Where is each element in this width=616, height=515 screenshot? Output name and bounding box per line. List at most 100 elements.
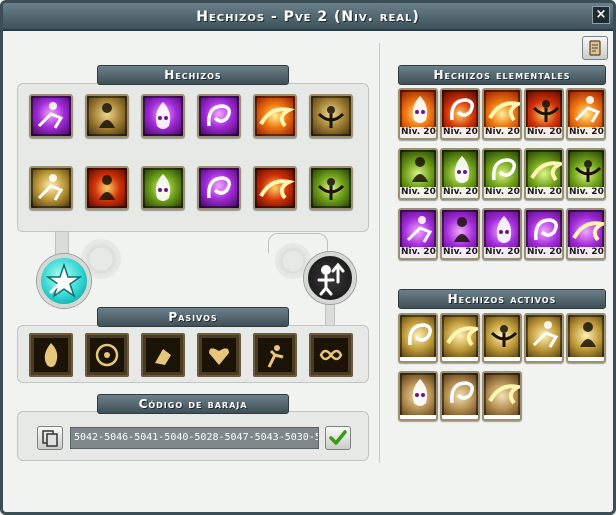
spell-level-label: Niv. 200 xyxy=(442,127,480,138)
elemental-spell-icon xyxy=(454,156,470,183)
flame-wisp-passive-icon xyxy=(44,343,58,367)
elemental-spell-slot[interactable]: Niv. 200 xyxy=(440,208,480,260)
passive-slot[interactable] xyxy=(141,333,185,377)
flame-pillar-icon xyxy=(259,179,295,200)
passive-slot[interactable] xyxy=(309,333,353,377)
scroll-button[interactable] xyxy=(582,36,608,60)
elemental-spell-slot[interactable]: Niv. 200 xyxy=(440,88,480,140)
spell-slot[interactable] xyxy=(141,166,185,210)
spell-slot[interactable] xyxy=(197,94,241,138)
deck-code-input[interactable]: 5042-5046-5041-5040-5028-5047-5043-5030-… xyxy=(70,427,319,449)
spell-level-label: Niv. 200 xyxy=(400,127,438,138)
active-spell-slot[interactable] xyxy=(398,371,438,421)
elemental-spell-slot[interactable]: Niv. 200 xyxy=(398,88,438,140)
active-slot-bar xyxy=(400,357,436,361)
spell-slot[interactable] xyxy=(29,166,73,210)
spell-slot[interactable] xyxy=(197,166,241,210)
elemental-spell-slot[interactable]: Niv. 200 xyxy=(398,148,438,200)
scroll-icon xyxy=(589,40,601,56)
kick-icon xyxy=(207,176,231,199)
elemental-spell-icon xyxy=(574,96,601,123)
star-icon xyxy=(45,262,83,298)
passive-slot[interactable] xyxy=(197,333,241,377)
elemental-spell-slot[interactable]: Niv. 200 xyxy=(566,88,606,140)
face-swirl-passive-icon xyxy=(95,343,119,367)
copy-button[interactable] xyxy=(37,426,63,450)
window-title: Hechizos - Pve 2 (Niv. real) xyxy=(196,9,420,25)
elemental-spell-icon xyxy=(574,160,602,182)
active-spell-slot[interactable] xyxy=(398,313,438,363)
flame-spirit-icon xyxy=(155,102,171,129)
spell-level-label: Niv. 200 xyxy=(484,127,522,138)
elemental-spell-icon xyxy=(406,216,433,243)
spell-slot[interactable] xyxy=(85,94,129,138)
active-spell-icon xyxy=(490,325,518,347)
elemental-spell-slot[interactable]: Niv. 200 xyxy=(524,148,564,200)
elemental-spell-icon xyxy=(496,216,512,243)
spell-slot[interactable] xyxy=(309,94,353,138)
active-spell-slot[interactable] xyxy=(440,371,480,421)
active-spell-icon xyxy=(580,322,596,347)
passive-slot[interactable] xyxy=(253,333,297,377)
fist-passive-icon xyxy=(155,349,171,365)
star-button[interactable] xyxy=(37,254,91,308)
checkmark-icon xyxy=(329,430,347,445)
spell-slot[interactable] xyxy=(141,94,185,138)
spells-window: Hechizos - Pve 2 (Niv. real) × Hechizos … xyxy=(0,0,616,515)
active-spell-icon xyxy=(532,321,559,348)
active-spell-slot[interactable] xyxy=(566,313,606,363)
spell-level-label: Niv. 200 xyxy=(568,127,606,138)
elemental-spell-icon xyxy=(412,157,428,182)
elemental-spell-slot[interactable]: Niv. 200 xyxy=(566,208,606,260)
spell-slot[interactable] xyxy=(309,166,353,210)
fist-grab-icon xyxy=(99,103,115,128)
spell-level-label: Niv. 200 xyxy=(442,187,480,198)
elemental-spell-slot[interactable]: Niv. 200 xyxy=(524,208,564,260)
active-spell-slot[interactable] xyxy=(482,371,522,421)
active-spell-slot[interactable] xyxy=(440,313,480,363)
spell-slot[interactable] xyxy=(85,166,129,210)
infinity-heart-passive-icon xyxy=(319,349,343,361)
stats-button[interactable] xyxy=(304,252,356,304)
active-spell-slot[interactable] xyxy=(524,313,564,363)
title-bar[interactable]: Hechizos - Pve 2 (Niv. real) × xyxy=(3,3,613,31)
active-spell-icon xyxy=(412,379,428,406)
spell-slot[interactable] xyxy=(253,166,297,210)
elemental-spell-slot[interactable]: Niv. 200 xyxy=(482,88,522,140)
active-spell-slot[interactable] xyxy=(482,313,522,363)
spell-level-label: Niv. 200 xyxy=(484,187,522,198)
active-slot-bar xyxy=(442,357,478,361)
elemental-spell-slot[interactable]: Niv. 200 xyxy=(440,148,480,200)
active-slot-bar xyxy=(484,357,520,361)
active-spells-header: Hechizos activos xyxy=(398,289,606,309)
active-spell-icon xyxy=(450,381,474,404)
confirm-button[interactable] xyxy=(325,426,351,450)
elemental-spell-slot[interactable]: Niv. 200 xyxy=(398,208,438,260)
column-divider xyxy=(379,43,380,463)
elemental-spell-icon xyxy=(532,100,560,122)
spell-level-label: Niv. 200 xyxy=(484,247,522,258)
elemental-spell-slot[interactable]: Niv. 200 xyxy=(482,208,522,260)
spell-slot[interactable] xyxy=(253,94,297,138)
swirl-icon xyxy=(207,104,231,127)
elemental-spell-slot[interactable]: Niv. 200 xyxy=(566,148,606,200)
active-slot-bar xyxy=(442,415,478,419)
active-slot-bar xyxy=(484,415,520,419)
elemental-spell-slot[interactable]: Niv. 200 xyxy=(524,88,564,140)
close-button[interactable]: × xyxy=(592,6,610,24)
elemental-spell-icon xyxy=(450,98,474,121)
elemental-spell-icon xyxy=(492,158,516,181)
fighter-passive-icon xyxy=(267,345,284,368)
cheer-icon xyxy=(155,174,171,201)
heart-arms-icon xyxy=(317,106,345,128)
elemental-spell-slot[interactable]: Niv. 200 xyxy=(482,148,522,200)
active-spell-icon xyxy=(408,323,432,346)
spell-level-label: Niv. 200 xyxy=(568,247,606,258)
passive-slot[interactable] xyxy=(85,333,129,377)
spell-level-label: Niv. 200 xyxy=(526,247,564,258)
spells-header: Hechizos xyxy=(97,65,289,85)
active-spell-icon xyxy=(446,326,478,347)
active-slot-bar xyxy=(568,357,604,361)
passive-slot[interactable] xyxy=(29,333,73,377)
spell-slot[interactable] xyxy=(29,94,73,138)
